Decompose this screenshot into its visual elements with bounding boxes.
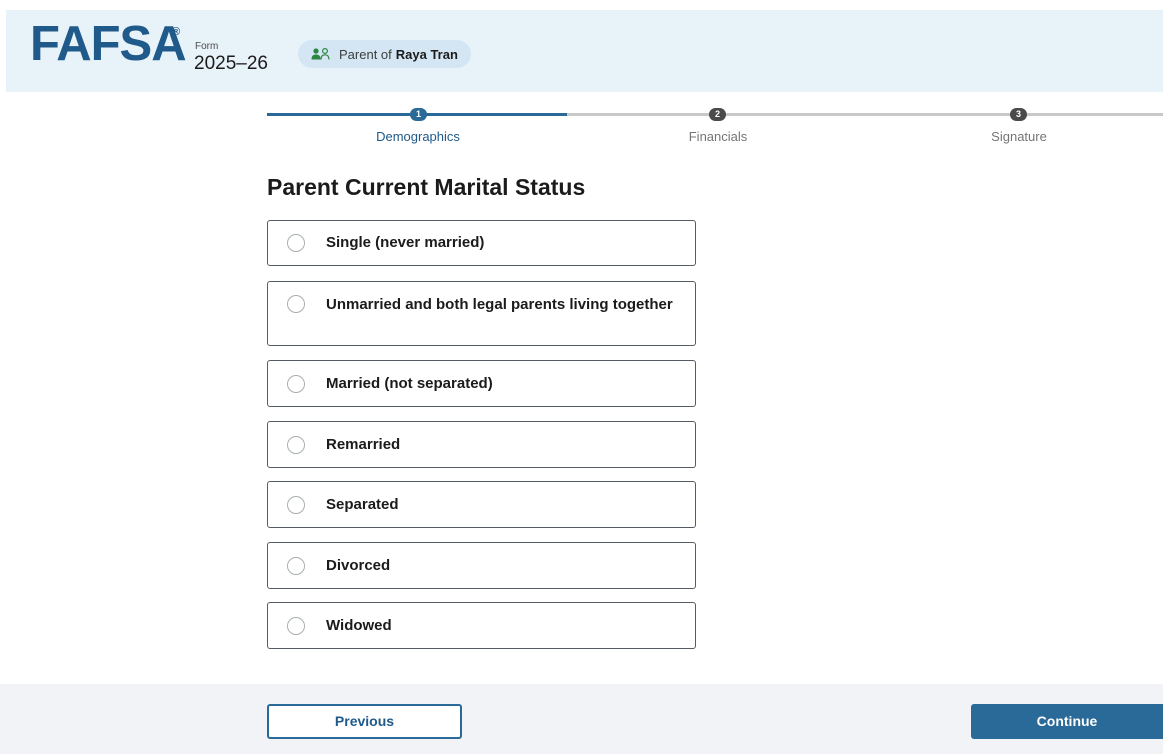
registered-mark: ® (172, 26, 181, 38)
option-remarried[interactable]: Remarried (267, 421, 696, 468)
site-header: FAFSA ® Form 2025–26 Parent of Raya Tran (6, 10, 1163, 92)
option-label: Divorced (326, 557, 391, 574)
step-1-indicator: 1 (410, 108, 427, 121)
option-divorced[interactable]: Divorced (267, 542, 696, 589)
previous-button[interactable]: Previous (267, 704, 462, 739)
people-icon (311, 47, 331, 60)
radio-button[interactable] (287, 436, 305, 454)
option-label: Single (never married) (326, 234, 485, 251)
option-widowed[interactable]: Widowed (267, 602, 696, 649)
option-label: Separated (326, 496, 399, 513)
step-2-label: Financials (688, 129, 748, 144)
radio-button[interactable] (287, 295, 305, 313)
step-2-indicator: 2 (709, 108, 726, 121)
option-label: Widowed (326, 617, 392, 634)
option-separated[interactable]: Separated (267, 481, 696, 528)
radio-button[interactable] (287, 234, 305, 252)
radio-button[interactable] (287, 496, 305, 514)
form-label: Form (195, 41, 219, 52)
question-title: Parent Current Marital Status (267, 174, 586, 200)
fafsa-logo: FAFSA (30, 17, 187, 71)
form-year: 2025–26 (194, 53, 268, 74)
parent-role-badge: Parent of Raya Tran (298, 40, 471, 68)
option-label: Married (not separated) (326, 375, 493, 392)
option-label: Unmarried and both legal parents living … (326, 296, 673, 313)
radio-button[interactable] (287, 617, 305, 635)
badge-prefix: Parent of (339, 46, 392, 62)
radio-button[interactable] (287, 557, 305, 575)
option-unmarried-living-together[interactable]: Unmarried and both legal parents living … (267, 281, 696, 346)
option-label: Remarried (326, 436, 401, 453)
badge-student-name: Raya Tran (395, 46, 458, 62)
step-3-label: Signature (991, 129, 1047, 144)
radio-button[interactable] (287, 375, 305, 393)
step-3-indicator: 3 (1010, 108, 1027, 121)
option-married[interactable]: Married (not separated) (267, 360, 696, 407)
step-1-label: Demographics (376, 129, 460, 144)
continue-button[interactable]: Continue (971, 704, 1163, 739)
option-single[interactable]: Single (never married) (267, 220, 696, 266)
